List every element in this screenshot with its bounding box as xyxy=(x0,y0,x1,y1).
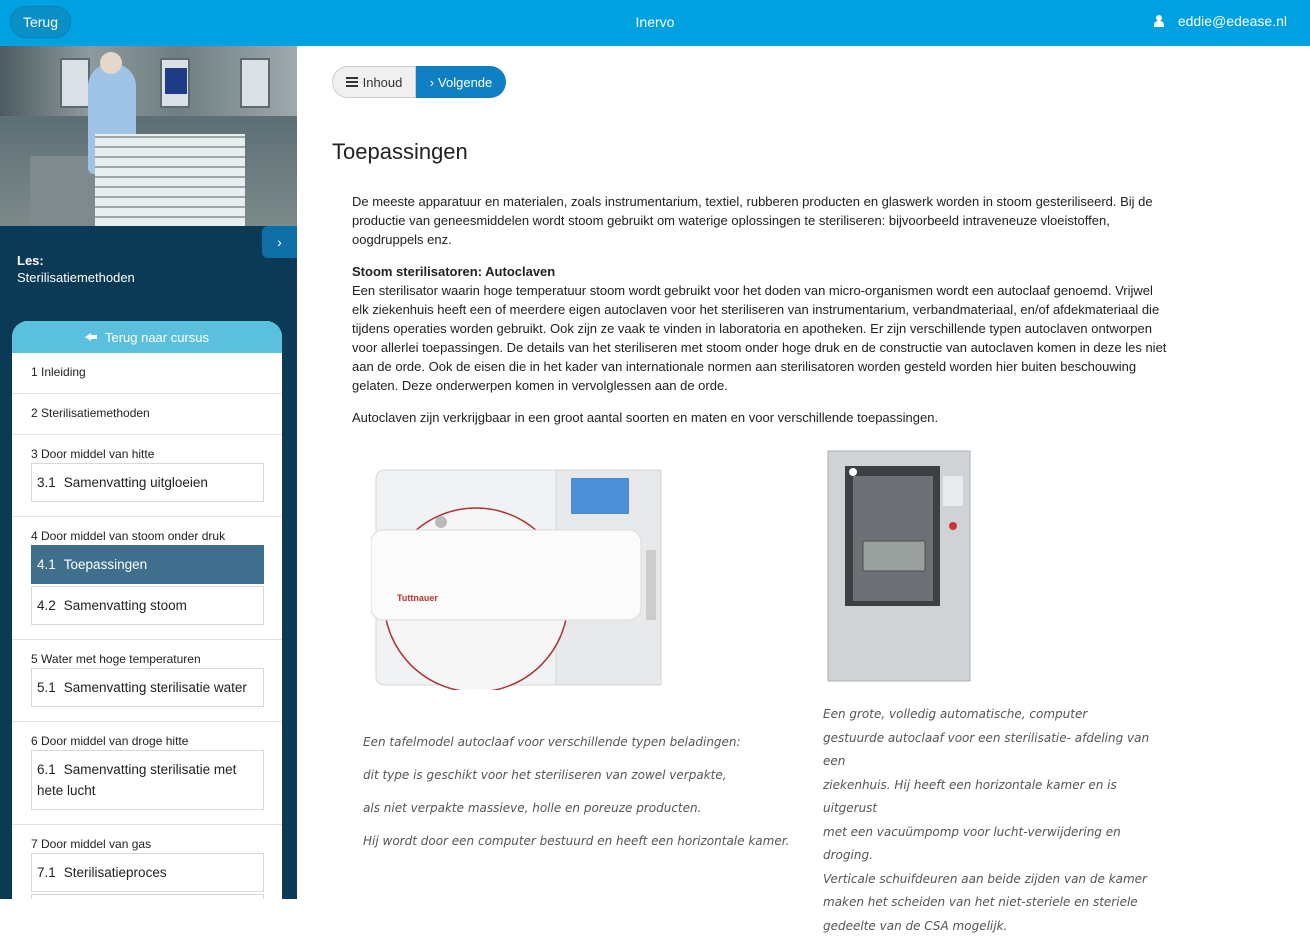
contents-label: Inhoud xyxy=(363,75,403,90)
sidebar-toggle-button[interactable]: › xyxy=(262,226,297,258)
nav-item-number: 7.1 xyxy=(37,865,56,880)
nav-section-title[interactable]: 4 Door middel van stoom onder druk xyxy=(31,517,264,545)
next-label: Volgende xyxy=(438,75,492,90)
nav-section: 4 Door middel van stoom onder druk 4.1 Toe… xyxy=(12,517,282,640)
nav-item-number: 4.1 xyxy=(37,557,56,572)
nav-item-number: 6.1 xyxy=(37,762,56,777)
arrow-left-icon xyxy=(85,332,97,342)
nav-item-number: 3.1 xyxy=(37,475,56,490)
caption-line: ziekenhuis. Hij heeft een horizontale ka… xyxy=(823,774,1173,821)
nav-section-title[interactable]: 5 Water met hoge temperaturen xyxy=(31,640,264,668)
user-email: eddie@edease.nl xyxy=(1178,13,1287,29)
nav-section-title[interactable]: 7 Door middel van gas xyxy=(31,825,264,853)
caption-line: Hij wordt door een computer bestuurd en … xyxy=(363,825,803,858)
nav-section: 3 Door middel van hitte 3.1 Samenvatting u… xyxy=(12,435,282,517)
nav-section-title[interactable]: 2 Sterilisatiemethoden xyxy=(31,394,264,434)
large-autoclave-image xyxy=(825,446,975,686)
nav-section: 5 Water met hoge temperaturen 5.1 Samenvat… xyxy=(12,640,282,722)
nav-button-group: Inhoud › Volgende xyxy=(332,66,506,98)
course-nav: Terug naar cursus 1 Inleiding2 Sterilisa… xyxy=(12,321,282,899)
caption-line: Een grote, volledig automatische, comput… xyxy=(823,703,1173,727)
caption-line: als niet verpakte massieve, holle en por… xyxy=(363,792,803,825)
nav-item[interactable]: 7.1 Sterilisatieproces xyxy=(31,853,264,892)
lesson-name: Sterilisatiemethoden xyxy=(17,270,135,285)
caption-line: met een vacuümpomp voor lucht-verwijderi… xyxy=(823,821,1173,868)
paragraph: Autoclaven zijn verkrijgbaar in een groo… xyxy=(352,408,1167,427)
paragraph: Een sterilisator waarin hoge temperatuur… xyxy=(352,281,1167,395)
caption-line: dit type is geschikt voor het steriliser… xyxy=(363,759,803,792)
nav-item-label: Sterilisatieproces xyxy=(64,865,167,880)
main-content: Inhoud › Volgende Toepassingen De meeste… xyxy=(297,46,1310,899)
page-title: Toepassingen xyxy=(332,139,468,165)
nav-item-label: Samenvatting sterilisatie met hete lucht xyxy=(37,762,236,798)
caption-line: Verticale schuifdeuren aan beide zijden … xyxy=(823,868,1173,892)
caption-tabletop: Een tafelmodel autoclaaf voor verschille… xyxy=(363,726,803,858)
nav-item-number: 4.2 xyxy=(37,598,56,613)
lesson-label: Les: xyxy=(17,253,44,268)
app-title: Inervo xyxy=(0,14,1310,30)
lesson-photo xyxy=(0,46,297,226)
nav-item[interactable]: 7.2 Samenvatting sterilisatie met ethyle… xyxy=(31,894,264,899)
nav-section: 1 Inleiding xyxy=(12,353,282,394)
contents-button[interactable]: Inhoud xyxy=(332,66,416,98)
nav-item[interactable]: 6.1Samenvatting sterilisatie met hete lu… xyxy=(31,750,264,810)
back-to-course-label: Terug naar cursus xyxy=(105,330,209,345)
nav-section: 2 Sterilisatiemethoden xyxy=(12,394,282,435)
caption-large: Een grote, volledig automatische, comput… xyxy=(823,703,1173,938)
brand-logo: Tuttnauer xyxy=(397,593,438,603)
tabletop-autoclave-image: Tuttnauer xyxy=(371,460,671,690)
nav-item[interactable]: 3.1 Samenvatting uitgloeien xyxy=(31,463,264,502)
caption-line: gestuurde autoclaaf voor een sterilisati… xyxy=(823,727,1173,774)
user-menu[interactable]: eddie@edease.nl xyxy=(1154,13,1287,29)
nav-item-label: Samenvatting uitgloeien xyxy=(64,475,208,490)
nav-item-label: Samenvatting sterilisatie water xyxy=(64,680,247,695)
paragraph: De meeste apparatuur en materialen, zoal… xyxy=(352,192,1167,249)
nav-item[interactable]: 5.1 Samenvatting sterilisatie water xyxy=(31,668,264,707)
nav-item[interactable]: 4.1 Toepassingen xyxy=(31,545,264,584)
nav-item-number: 5.1 xyxy=(37,680,56,695)
nav-item[interactable]: 4.2 Samenvatting stoom xyxy=(31,586,264,625)
nav-section-title[interactable]: 3 Door middel van hitte xyxy=(31,435,264,463)
next-button[interactable]: › Volgende xyxy=(416,66,506,98)
nav-section-title[interactable]: 1 Inleiding xyxy=(31,353,264,393)
sidebar: › Les: Sterilisatiemethoden Terug naar c… xyxy=(0,46,297,899)
top-bar: Terug Inervo eddie@edease.nl xyxy=(0,0,1310,46)
chevron-right-icon: › xyxy=(430,75,434,90)
chevron-right-icon: › xyxy=(277,234,282,250)
back-to-course-button[interactable]: Terug naar cursus xyxy=(12,321,282,353)
section-heading: Stoom sterilisatoren: Autoclaven xyxy=(352,262,1167,281)
article: De meeste apparatuur en materialen, zoal… xyxy=(352,192,1167,440)
caption-line: maken het scheiden van het niet-steriele… xyxy=(823,891,1173,915)
caption-line: gedeelte van de CSA mogelijk. xyxy=(823,915,1173,938)
user-icon xyxy=(1154,15,1164,27)
nav-item-label: Samenvatting stoom xyxy=(64,598,187,613)
nav-item-label: Toepassingen xyxy=(64,557,147,572)
caption-line: Een tafelmodel autoclaaf voor verschille… xyxy=(363,726,803,759)
nav-section: 7 Door middel van gas 7.1 Sterilisatieproc… xyxy=(12,825,282,899)
nav-section: 6 Door middel van droge hitte6.1Samenvat… xyxy=(12,722,282,825)
list-icon xyxy=(346,77,358,87)
nav-section-title[interactable]: 6 Door middel van droge hitte xyxy=(31,722,264,750)
